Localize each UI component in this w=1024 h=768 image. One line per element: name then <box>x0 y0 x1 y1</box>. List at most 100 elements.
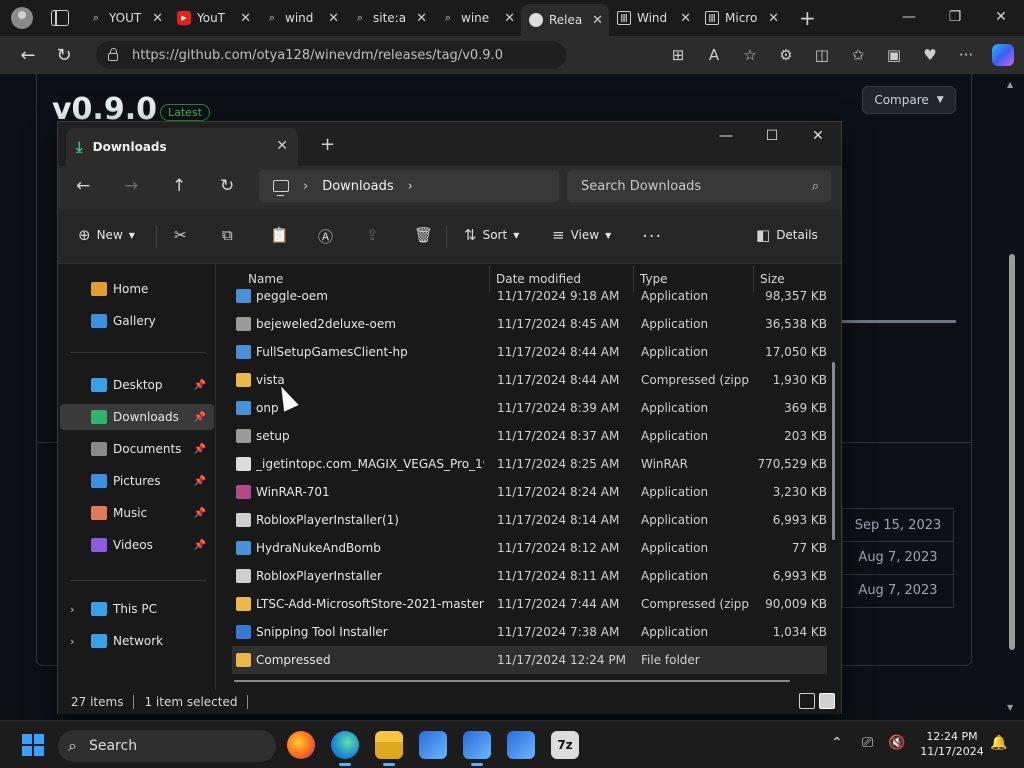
pin-icon[interactable]: 📌 <box>194 412 206 423</box>
chevron-up-icon[interactable]: ⌃ <box>831 735 843 751</box>
browser-tab[interactable]: ⌕ site:a ✕ <box>345 4 433 32</box>
file-row[interactable]: Snipping Tool Installer 11/17/2024 7:38 A… <box>232 618 827 646</box>
file-row[interactable]: _igetintopc.com_MAGIX_VEGAS_Pro_19_... 11… <box>232 450 827 478</box>
pin-icon[interactable]: 📌 <box>194 540 206 551</box>
scroll-up-icon[interactable]: ▲ <box>1007 80 1013 89</box>
profile-avatar[interactable] <box>11 7 33 29</box>
new-tab-button[interactable]: + <box>799 6 816 30</box>
pin-icon[interactable]: 📌 <box>194 476 206 487</box>
sidebar-item-downloads[interactable]: Downloads 📌 <box>60 404 214 430</box>
details-view-icon[interactable] <box>799 693 815 709</box>
file-row[interactable]: RobloxPlayerInstaller 11/17/2024 8:11 AM A… <box>232 562 827 590</box>
file-row[interactable]: vista 11/17/2024 8:44 AM Compressed (zipp.… <box>232 366 827 394</box>
taskbar-search[interactable]: ⌕ Search <box>58 730 276 762</box>
visual-studio-icon[interactable] <box>463 731 491 766</box>
favorite-star-icon[interactable]: ☆ <box>732 46 768 64</box>
browser-tab[interactable]: Relea ✕ <box>521 4 609 36</box>
performance-icon[interactable]: ♥ <box>912 46 948 64</box>
sidebar-item-network[interactable]: › Network <box>60 628 214 654</box>
browser-tab[interactable]: Ⅲ Micro ✕ <box>697 4 785 32</box>
close-tab-icon[interactable]: ✕ <box>504 11 515 26</box>
file-row[interactable]: setup 11/17/2024 8:37 AM Application 203 KB <box>232 422 827 450</box>
collections-icon[interactable]: ▣ <box>876 46 912 64</box>
sidebar-item-gallery[interactable]: Gallery <box>60 308 214 334</box>
browser-tab[interactable]: ⌕ YOUT ✕ <box>81 4 169 32</box>
scroll-down-icon[interactable]: ▼ <box>1007 703 1013 712</box>
close-tab-icon[interactable]: ✕ <box>276 138 288 154</box>
url-bar[interactable]: https://github.com/otya128/winevdm/relea… <box>96 41 566 69</box>
refresh-button[interactable]: ↻ <box>46 45 82 66</box>
sidebar-item-this-pc[interactable]: › This PC <box>60 596 214 622</box>
maximize-button[interactable]: ☐ <box>749 122 795 152</box>
pin-icon[interactable]: 📌 <box>194 380 206 391</box>
scroll-thumb[interactable] <box>1009 254 1015 650</box>
close-tab-icon[interactable]: ✕ <box>328 11 339 26</box>
close-tab-icon[interactable]: ✕ <box>768 11 779 26</box>
paste-button[interactable]: 📋 <box>270 226 289 244</box>
close-tab-icon[interactable]: ✕ <box>240 11 251 26</box>
view-button[interactable]: ≡ View ▼ <box>552 226 611 244</box>
close-tab-icon[interactable]: ✕ <box>416 11 427 26</box>
share-button[interactable]: ⇪ <box>366 226 379 244</box>
file-row[interactable]: WinRAR-701 11/17/2024 8:24 AM Application 3… <box>232 478 827 506</box>
vertical-scrollbar[interactable] <box>832 362 835 540</box>
browser-tab[interactable]: Ⅲ Wind ✕ <box>609 4 697 32</box>
sidebar-item-pictures[interactable]: Pictures 📌 <box>60 468 214 494</box>
chevron-right-icon[interactable]: › <box>70 635 74 648</box>
close-tab-icon[interactable]: ✕ <box>680 11 691 26</box>
breadcrumb-item[interactable]: Downloads <box>322 179 393 194</box>
cut-button[interactable]: ✂ <box>174 226 187 244</box>
app-available-icon[interactable]: ⊞ <box>660 46 696 64</box>
back-arrow-icon[interactable]: ← <box>76 176 90 196</box>
network-icon[interactable]: ⎚ <box>862 735 873 751</box>
file-row[interactable]: onp 11/17/2024 8:39 AM Application 369 KB <box>232 394 827 422</box>
back-button[interactable]: ← <box>10 45 46 66</box>
volume-muted-icon[interactable]: 🔇 <box>888 735 905 751</box>
forward-arrow-icon[interactable]: → <box>124 176 138 196</box>
split-screen-icon[interactable]: ◫ <box>804 46 840 64</box>
start-button[interactable] <box>22 734 44 756</box>
pin-icon[interactable]: 📌 <box>194 444 206 455</box>
clock[interactable]: 12:24 PM 11/17/2024 <box>918 729 986 759</box>
delete-button[interactable]: 🗑 <box>414 226 433 244</box>
more-menu-icon[interactable]: ··· <box>948 46 984 64</box>
breadcrumb[interactable]: › Downloads › <box>259 170 559 202</box>
explorer-new-tab-button[interactable]: + <box>320 134 335 155</box>
close-tab-icon[interactable]: ✕ <box>592 13 603 28</box>
edge-icon[interactable] <box>331 731 359 766</box>
refresh-icon[interactable]: ↻ <box>220 176 234 196</box>
minimize-button[interactable]: — <box>886 0 932 36</box>
file-row[interactable]: RobloxPlayerInstaller(1) 11/17/2024 8:14 … <box>232 506 827 534</box>
chevron-right-icon[interactable]: › <box>70 603 74 616</box>
extensions-icon[interactable]: ⚙ <box>768 46 804 64</box>
file-row[interactable]: LTSC-Add-MicrosoftStore-2021-master 11/17… <box>232 590 827 618</box>
new-button[interactable]: ⊕ New ▼ <box>78 226 135 244</box>
close-tab-icon[interactable]: ✕ <box>152 11 163 26</box>
notification-bell-icon[interactable]: 🔔 <box>990 735 1007 751</box>
search-input[interactable]: Search Downloads ⌕ <box>567 170 831 202</box>
tiles-view-icon[interactable] <box>819 693 835 709</box>
file-row[interactable]: peggle-oem 11/17/2024 9:18 AM Application 9… <box>232 282 827 310</box>
file-explorer-icon[interactable] <box>375 731 403 766</box>
copilot-icon[interactable] <box>992 44 1014 66</box>
page-scrollbar[interactable]: ▲ ▼ <box>1006 78 1018 714</box>
browser-tab[interactable]: ⌕ wine ✕ <box>433 4 521 32</box>
file-row[interactable]: FullSetupGamesClient-hp 11/17/2024 8:44 A… <box>232 338 827 366</box>
file-row[interactable]: HydraNukeAndBomb 11/17/2024 8:12 AM Applic… <box>232 534 827 562</box>
7zip-icon[interactable]: 7z <box>551 731 579 759</box>
close-button[interactable]: ✕ <box>795 122 841 152</box>
browser-tab[interactable]: ⌕ wind ✕ <box>257 4 345 32</box>
copy-button[interactable]: ⧉ <box>222 226 233 244</box>
minimize-button[interactable]: — <box>703 122 749 152</box>
compare-button[interactable]: Compare ▼ <box>862 86 956 114</box>
up-arrow-icon[interactable]: ↑ <box>172 176 186 196</box>
close-window-button[interactable]: ✕ <box>978 0 1024 36</box>
visual-studio-icon[interactable] <box>419 731 447 759</box>
favorites-icon[interactable]: ✩ <box>840 46 876 64</box>
restore-button[interactable]: ❐ <box>932 0 978 36</box>
sidebar-item-videos[interactable]: Videos 📌 <box>60 532 214 558</box>
file-row[interactable]: bejeweled2deluxe-oem 11/17/2024 8:45 AM Ap… <box>232 310 827 338</box>
firefox-icon[interactable] <box>287 731 315 759</box>
details-button[interactable]: ◧ Details <box>756 226 818 244</box>
horizontal-scrollbar[interactable] <box>234 680 790 682</box>
